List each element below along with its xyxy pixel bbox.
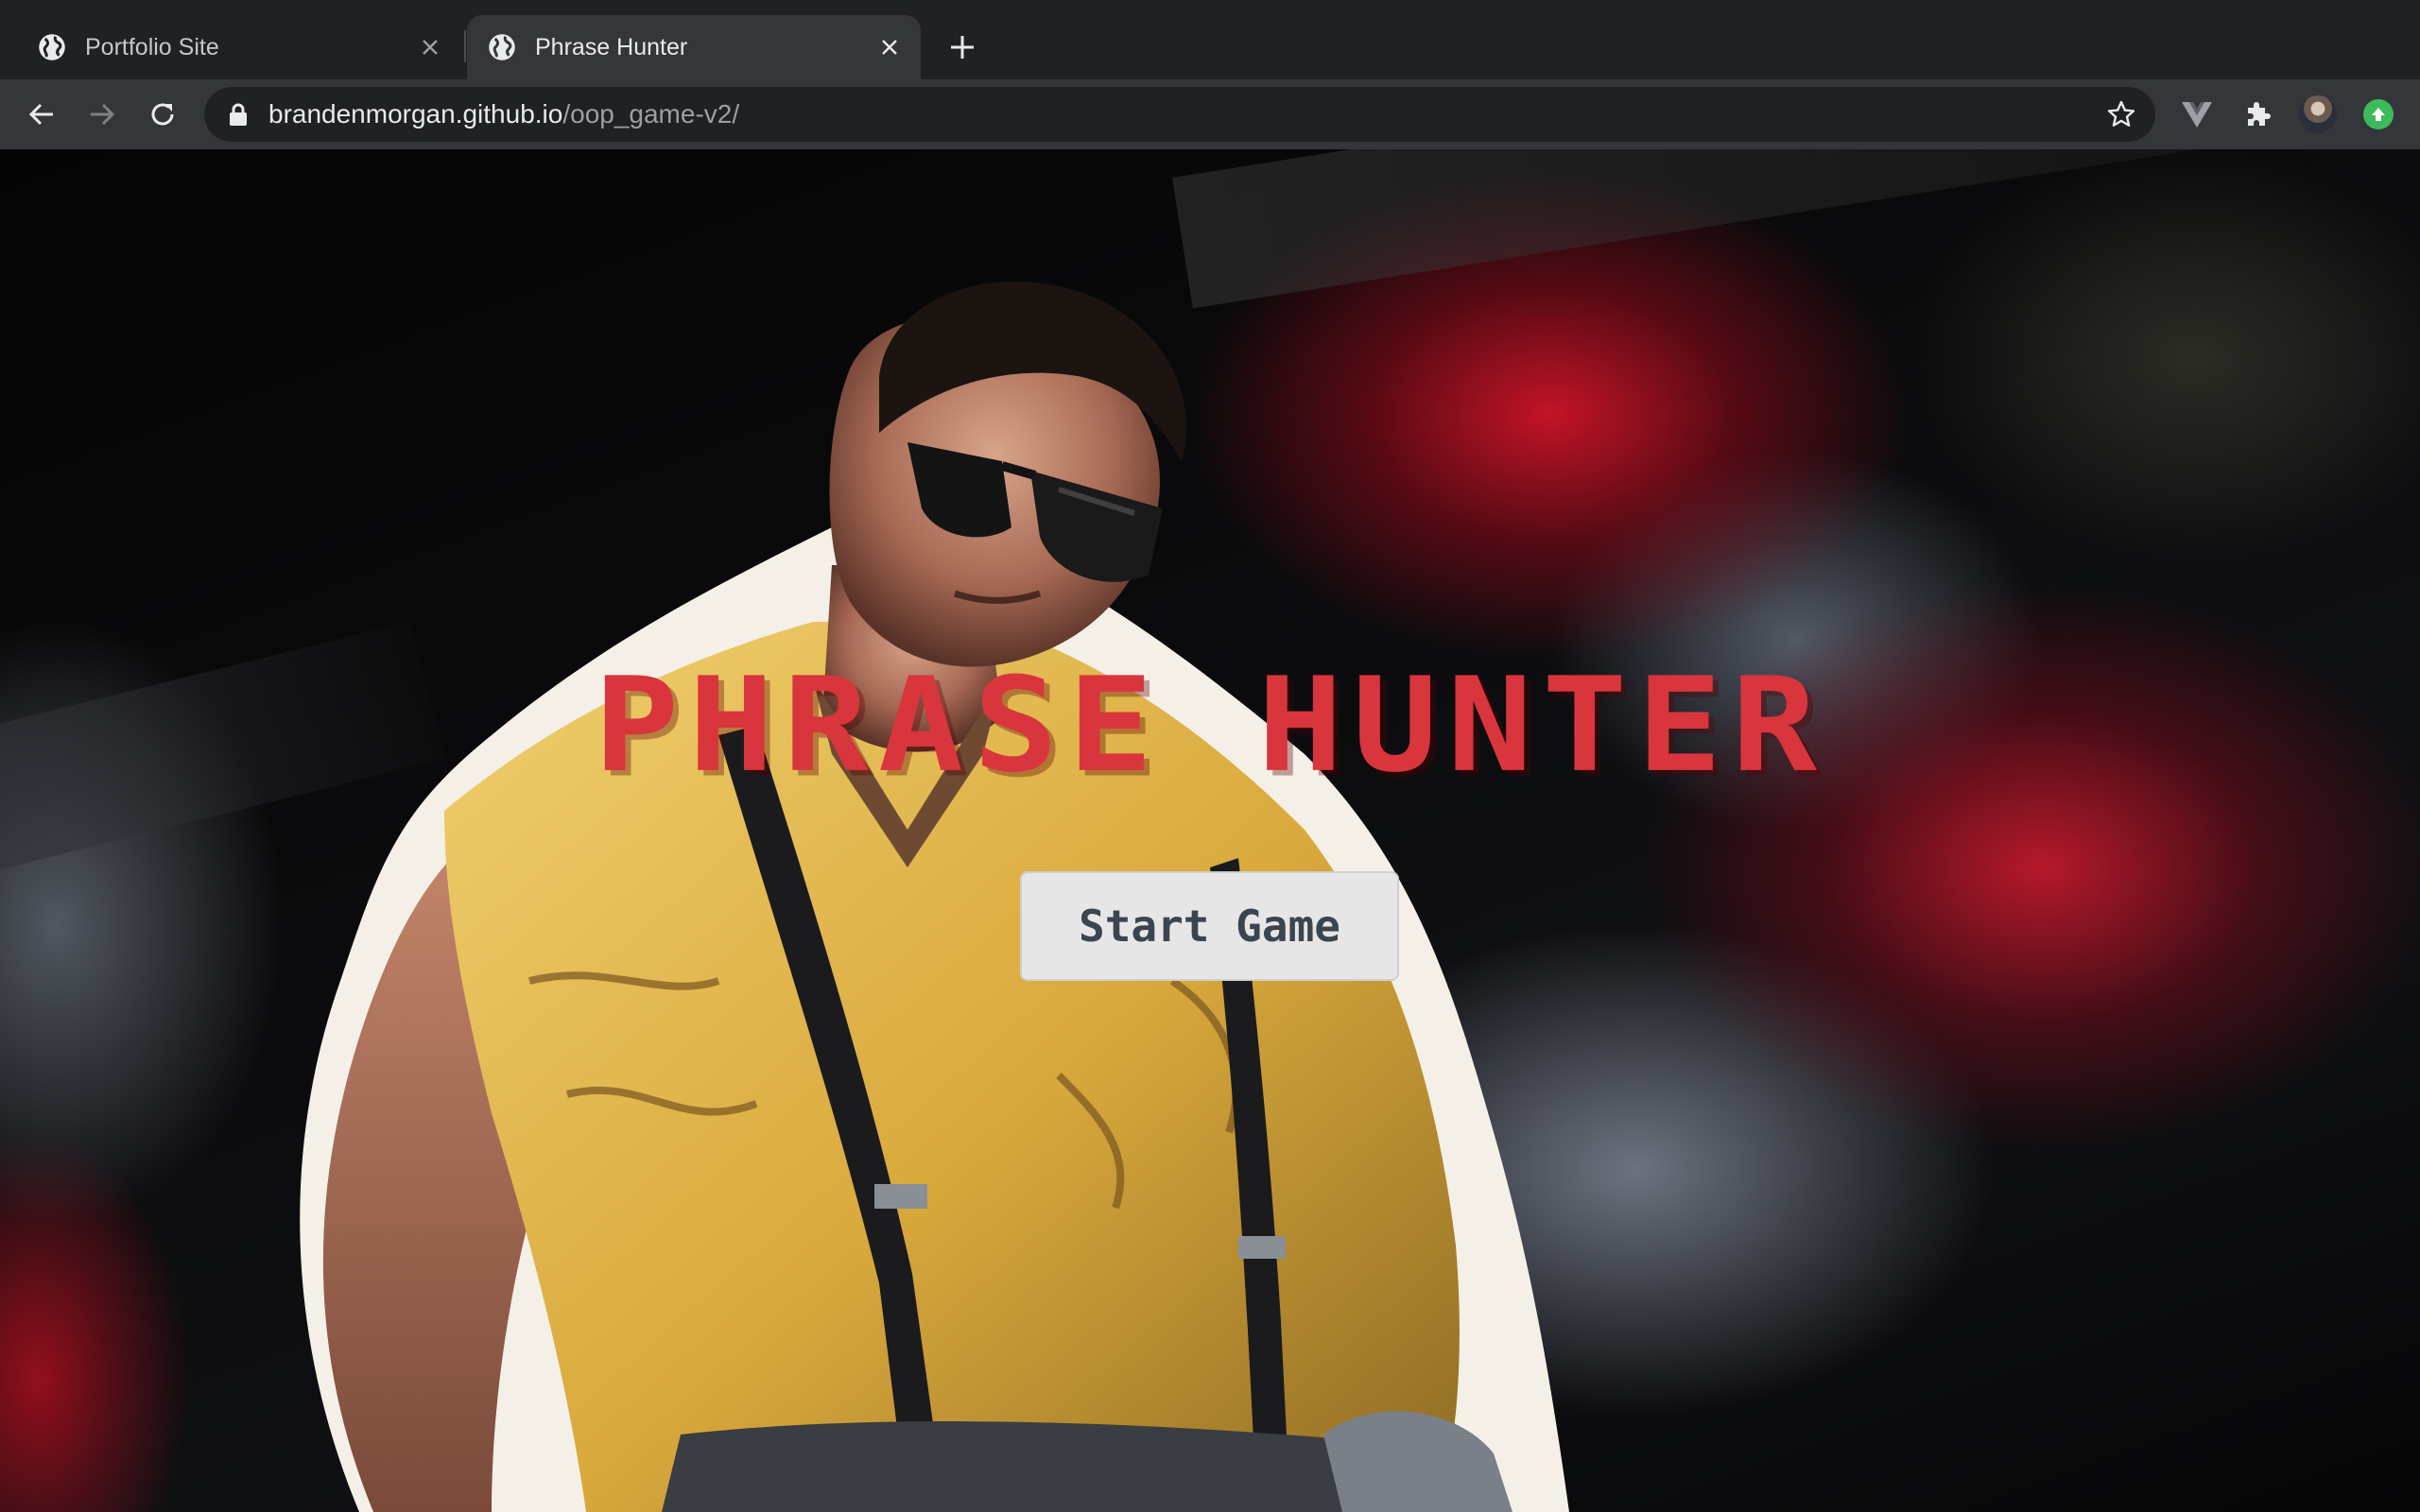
tab-portfolio-site[interactable]: Portfolio Site xyxy=(17,15,461,79)
forward-button[interactable] xyxy=(83,95,121,133)
suspender-clip xyxy=(874,1184,927,1209)
puzzle-extensions-icon[interactable] xyxy=(2238,95,2276,133)
suspender-clip xyxy=(1238,1236,1286,1259)
lock-icon xyxy=(230,103,247,126)
url-path: /oop_game-v2/ xyxy=(562,99,740,129)
url-text: brandenmorgan.github.io/oop_game-v2/ xyxy=(268,99,739,129)
reload-icon xyxy=(151,103,174,126)
plus-icon xyxy=(951,36,974,59)
close-icon[interactable] xyxy=(416,33,444,61)
profile-avatar-icon[interactable] xyxy=(2299,95,2337,133)
back-button[interactable] xyxy=(23,95,60,133)
globe-icon xyxy=(489,34,515,60)
hero-character-illustration xyxy=(300,282,1570,1512)
star-icon[interactable] xyxy=(2106,99,2136,129)
tab-strip: Portfolio Site Phrase Hunter xyxy=(0,0,2420,79)
tab-title: Phrase Hunter xyxy=(535,33,688,60)
forward-arrow-icon xyxy=(91,103,115,126)
tab-phrase-hunter[interactable]: Phrase Hunter xyxy=(467,15,921,79)
back-arrow-icon xyxy=(28,103,53,126)
update-icon[interactable] xyxy=(2363,99,2394,129)
close-icon[interactable] xyxy=(875,33,904,61)
url-host: brandenmorgan.github.io xyxy=(268,99,563,129)
game-page: PHRASE HUNTER Start Game xyxy=(0,149,2420,1512)
new-tab-button[interactable] xyxy=(943,28,981,66)
game-title: PHRASE HUNTER xyxy=(594,649,1826,802)
tab-title: Portfolio Site xyxy=(85,33,219,60)
vuejs-devtools-icon[interactable] xyxy=(2178,95,2216,133)
globe-icon xyxy=(39,34,65,60)
start-game-button[interactable]: Start Game xyxy=(1020,871,1399,981)
reload-button[interactable] xyxy=(144,95,182,133)
tab-separator xyxy=(464,30,466,62)
browser-toolbar: brandenmorgan.github.io/oop_game-v2/ xyxy=(0,79,2420,149)
address-bar[interactable]: brandenmorgan.github.io/oop_game-v2/ xyxy=(204,87,2155,142)
